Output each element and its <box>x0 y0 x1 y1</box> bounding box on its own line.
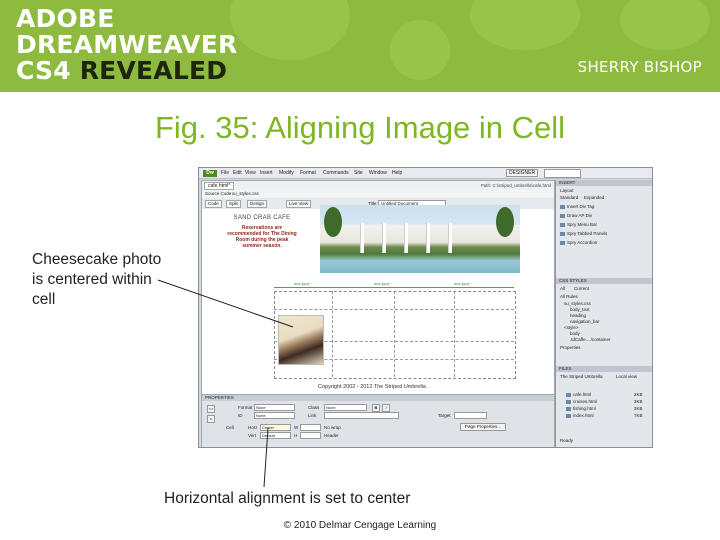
leader-line-alignment <box>263 427 269 488</box>
leader-line-photo <box>157 279 294 328</box>
callout-leader-lines <box>157 279 294 488</box>
